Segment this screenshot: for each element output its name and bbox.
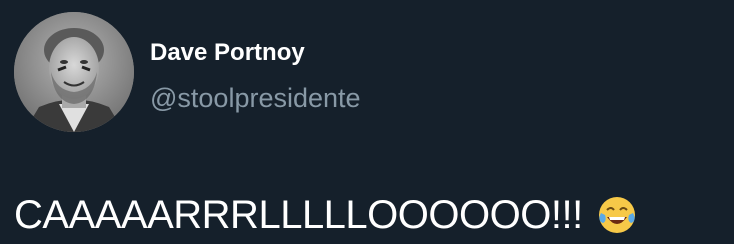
tweet-body: CAAAAARRRLLLLLOOOOOO!!! (14, 190, 637, 240)
avatar[interactable] (14, 12, 134, 132)
author-display-name[interactable]: Dave Portnoy (150, 38, 305, 68)
tweet-card: Dave Portnoy @stoolpresidente CAAAAARRRL… (0, 0, 734, 244)
tweet-text: CAAAAARRRLLLLLOOOOOO!!! (14, 193, 583, 237)
author-handle[interactable]: @stoolpresidente (150, 82, 361, 114)
face-with-tears-of-joy-icon (597, 195, 637, 235)
avatar-photo (14, 12, 134, 132)
